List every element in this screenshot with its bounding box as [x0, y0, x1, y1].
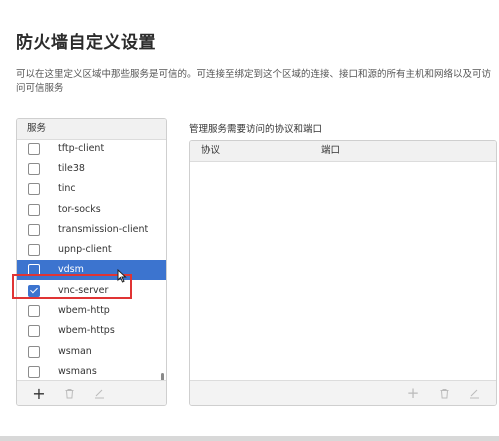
pencil-icon: [94, 389, 104, 398]
service-checkbox[interactable]: [28, 163, 40, 175]
services-panel: 服务 tftp-client tile38 tinc tor-socks tra…: [16, 118, 167, 406]
edit-service-button[interactable]: [88, 381, 110, 405]
service-checkbox[interactable]: [28, 366, 40, 378]
services-scrollbar[interactable]: [161, 373, 164, 380]
service-row-tinc[interactable]: tinc: [17, 179, 166, 199]
service-checkbox[interactable]: [28, 143, 40, 155]
ports-section-label: 管理服务需要访问的协议和端口: [189, 124, 323, 135]
window-bottom-edge: [0, 436, 499, 441]
service-label: wbem-http: [58, 305, 110, 316]
service-checkbox[interactable]: [28, 224, 40, 236]
column-protocol[interactable]: 协议: [201, 141, 220, 161]
service-label: upnp-client: [58, 244, 112, 255]
service-label: tile38: [58, 163, 85, 174]
service-label: transmission-client: [58, 224, 149, 235]
service-row-wbem-http[interactable]: wbem-http: [17, 301, 166, 321]
service-checkbox[interactable]: [28, 204, 40, 216]
service-checkbox-checked[interactable]: [28, 285, 40, 297]
ports-panel: 协议 端口 +: [189, 140, 497, 406]
service-row-tftp-client[interactable]: tftp-client: [17, 140, 166, 159]
add-port-button[interactable]: +: [402, 381, 424, 405]
services-list[interactable]: tftp-client tile38 tinc tor-socks transm…: [17, 140, 166, 380]
edit-port-button[interactable]: [463, 381, 485, 405]
service-row-wsman[interactable]: wsman: [17, 342, 166, 362]
service-checkbox[interactable]: [28, 264, 40, 276]
service-checkbox[interactable]: [28, 305, 40, 317]
service-checkbox[interactable]: [28, 346, 40, 358]
service-row-vnc-server[interactable]: vnc-server: [17, 281, 166, 301]
service-row-wbem-https[interactable]: wbem-https: [17, 321, 166, 341]
service-checkbox[interactable]: [28, 183, 40, 195]
service-row-wsmans[interactable]: wsmans: [17, 362, 166, 380]
service-checkbox[interactable]: [28, 244, 40, 256]
service-row-transmission-client[interactable]: transmission-client: [17, 220, 166, 240]
page-description: 可以在这里定义区域中那些服务是可信的。可连接至绑定到这个区域的连接、接口和源的所…: [16, 69, 492, 94]
service-label: tinc: [58, 183, 76, 194]
ports-table-header: 协议 端口: [190, 141, 496, 162]
mouse-pointer-icon: [117, 269, 127, 283]
service-row-vdsm[interactable]: vdsm: [17, 260, 166, 280]
service-label: tor-socks: [58, 204, 101, 215]
service-row-tor-socks[interactable]: tor-socks: [17, 200, 166, 220]
ports-toolbar: +: [190, 380, 496, 405]
service-checkbox[interactable]: [28, 325, 40, 337]
service-row-upnp-client[interactable]: upnp-client: [17, 240, 166, 260]
trash-icon: [440, 388, 448, 398]
pencil-icon: [469, 389, 479, 398]
service-label: vnc-server: [58, 285, 109, 296]
delete-port-button[interactable]: [433, 381, 455, 405]
services-header: 服务: [17, 119, 166, 140]
services-toolbar: +: [17, 380, 166, 405]
add-service-button[interactable]: +: [28, 381, 50, 405]
service-label: tftp-client: [58, 143, 105, 154]
service-row-tile38[interactable]: tile38: [17, 159, 166, 179]
service-label: vdsm: [58, 264, 84, 275]
delete-service-button[interactable]: [58, 381, 80, 405]
ports-table-body[interactable]: [190, 162, 496, 380]
page-title: 防火墙自定义设置: [16, 33, 156, 53]
column-port[interactable]: 端口: [321, 141, 340, 161]
trash-icon: [65, 388, 73, 398]
service-label: wsmans: [58, 366, 97, 377]
service-label: wbem-https: [58, 325, 115, 336]
service-label: wsman: [58, 346, 92, 357]
